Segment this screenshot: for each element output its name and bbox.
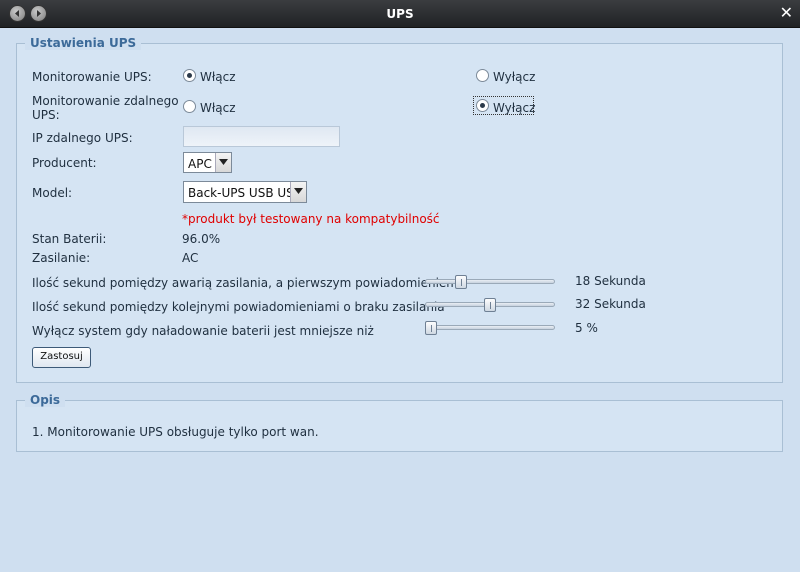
repeat-notify-delay-label: Ilość sekund pomiędzy kolejnymi powiadom… bbox=[32, 300, 445, 314]
repeat-notify-delay-slider[interactable] bbox=[425, 298, 555, 312]
vendor-select[interactable]: APC bbox=[183, 152, 232, 173]
slider-thumb[interactable] bbox=[484, 298, 496, 312]
chevron-down-icon bbox=[290, 182, 306, 202]
remote-monitoring-label-line2: UPS: bbox=[32, 108, 60, 122]
power-value: AC bbox=[182, 251, 199, 265]
slider-thumb[interactable] bbox=[425, 321, 437, 335]
power-label: Zasilanie: bbox=[32, 251, 91, 265]
slider-thumb[interactable] bbox=[455, 275, 467, 289]
remote-monitoring-on-label[interactable]: Włącz bbox=[200, 101, 236, 115]
title-bar: UPS ✕ bbox=[0, 0, 800, 28]
first-notify-delay-slider[interactable] bbox=[425, 275, 555, 289]
battery-shutdown-label: Wyłącz system gdy naładowanie baterii je… bbox=[32, 324, 374, 338]
vendor-label: Producent: bbox=[32, 156, 97, 170]
ups-monitoring-on-radio[interactable] bbox=[183, 69, 196, 82]
model-label: Model: bbox=[32, 186, 73, 200]
apply-button[interactable]: Zastosuj bbox=[32, 347, 91, 368]
remote-monitoring-off-radio[interactable] bbox=[476, 99, 489, 112]
slider-track bbox=[425, 279, 555, 284]
remote-monitoring-off-label[interactable]: Wyłącz bbox=[493, 101, 535, 115]
battery-label: Stan Baterii: bbox=[32, 232, 107, 246]
slider-track bbox=[425, 325, 555, 330]
battery-value: 96.0% bbox=[182, 232, 221, 246]
description-text: 1. Monitorowanie UPS obsługuje tylko por… bbox=[32, 425, 319, 439]
ups-monitoring-label: Monitorowanie UPS: bbox=[32, 70, 152, 84]
model-select-value: Back-UPS USB USB bbox=[188, 186, 302, 200]
first-notify-delay-label: Ilość sekund pomiędzy awarią zasilania, … bbox=[32, 276, 458, 290]
remote-ip-label: IP zdalnego UPS: bbox=[32, 131, 133, 145]
model-select[interactable]: Back-UPS USB USB bbox=[183, 181, 307, 203]
description-group: Opis 1. Monitorowanie UPS obsługuje tylk… bbox=[16, 393, 783, 452]
description-legend: Opis bbox=[25, 393, 66, 407]
chevron-down-icon bbox=[215, 153, 231, 172]
vendor-select-value: APC bbox=[188, 157, 212, 171]
battery-shutdown-value: 5 % bbox=[575, 321, 598, 335]
remote-monitoring-on-radio[interactable] bbox=[183, 100, 196, 113]
window-title: UPS bbox=[386, 7, 414, 21]
ups-settings-group: Ustawienia UPS Monitorowanie UPS: Włącz … bbox=[16, 36, 783, 383]
ups-monitoring-off-radio[interactable] bbox=[476, 69, 489, 82]
first-notify-delay-value: 18 Sekunda bbox=[575, 274, 646, 288]
tested-note: *produkt był testowany na kompatybilność bbox=[182, 212, 440, 226]
ups-settings-legend: Ustawienia UPS bbox=[25, 36, 142, 50]
close-icon[interactable]: ✕ bbox=[780, 4, 793, 22]
battery-shutdown-slider[interactable] bbox=[425, 321, 555, 335]
repeat-notify-delay-value: 32 Sekunda bbox=[575, 297, 646, 311]
ups-monitoring-on-label[interactable]: Włącz bbox=[200, 70, 236, 84]
remote-ip-input[interactable] bbox=[183, 126, 340, 147]
ups-monitoring-off-label[interactable]: Wyłącz bbox=[493, 70, 535, 84]
remote-monitoring-label-line1: Monitorowanie zdalnego bbox=[32, 94, 179, 108]
